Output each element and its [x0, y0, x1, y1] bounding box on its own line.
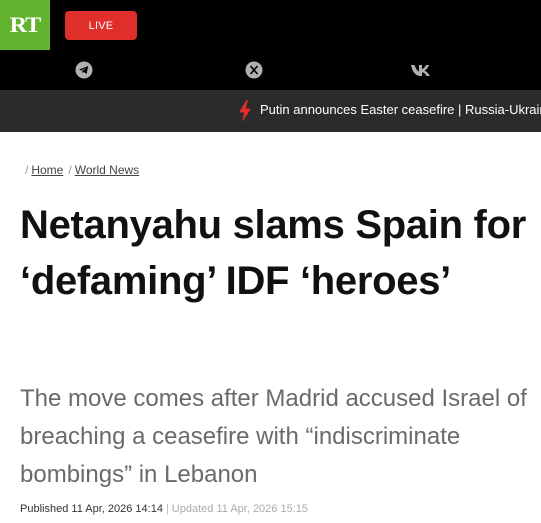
breadcrumb-home-link[interactable]: Home [31, 163, 63, 177]
live-button-label: LIVE [88, 19, 114, 32]
breadcrumb-world-news-link[interactable]: World News [75, 163, 139, 177]
article-headline: Netanyahu slams Spain for ‘defaming’ IDF… [20, 203, 526, 303]
vk-icon[interactable] [410, 61, 432, 79]
logo-text: RT [9, 12, 42, 37]
updated-time: 11 Apr, 2026 15:15 [216, 503, 308, 515]
live-button[interactable]: LIVE [65, 11, 137, 40]
breadcrumb-separator: / [25, 163, 29, 177]
news-ticker[interactable]: Putin announces Easter ceasefire | Russi… [0, 90, 541, 132]
article-dates: Published 11 Apr, 2026 14:14 | Updated 11 … [20, 503, 308, 515]
top-navigation-bar: RT LIVE [0, 0, 541, 90]
ticker-headline[interactable]: Putin announces Easter ceasefire | Russi… [260, 102, 541, 117]
published-time: 11 Apr, 2026 14:14 [71, 503, 163, 515]
x-icon[interactable] [243, 61, 265, 79]
breadcrumb: / Home / World News [25, 163, 139, 177]
article-summary: The move comes after Madrid accused Isra… [20, 385, 527, 488]
date-divider: | [165, 503, 169, 515]
rt-logo[interactable]: RT [0, 0, 50, 50]
breadcrumb-separator: / [68, 163, 72, 177]
telegram-icon[interactable] [73, 61, 95, 79]
updated-label: Updated [171, 503, 214, 515]
published-label: Published [20, 503, 69, 515]
lightning-bolt-icon [238, 100, 252, 127]
